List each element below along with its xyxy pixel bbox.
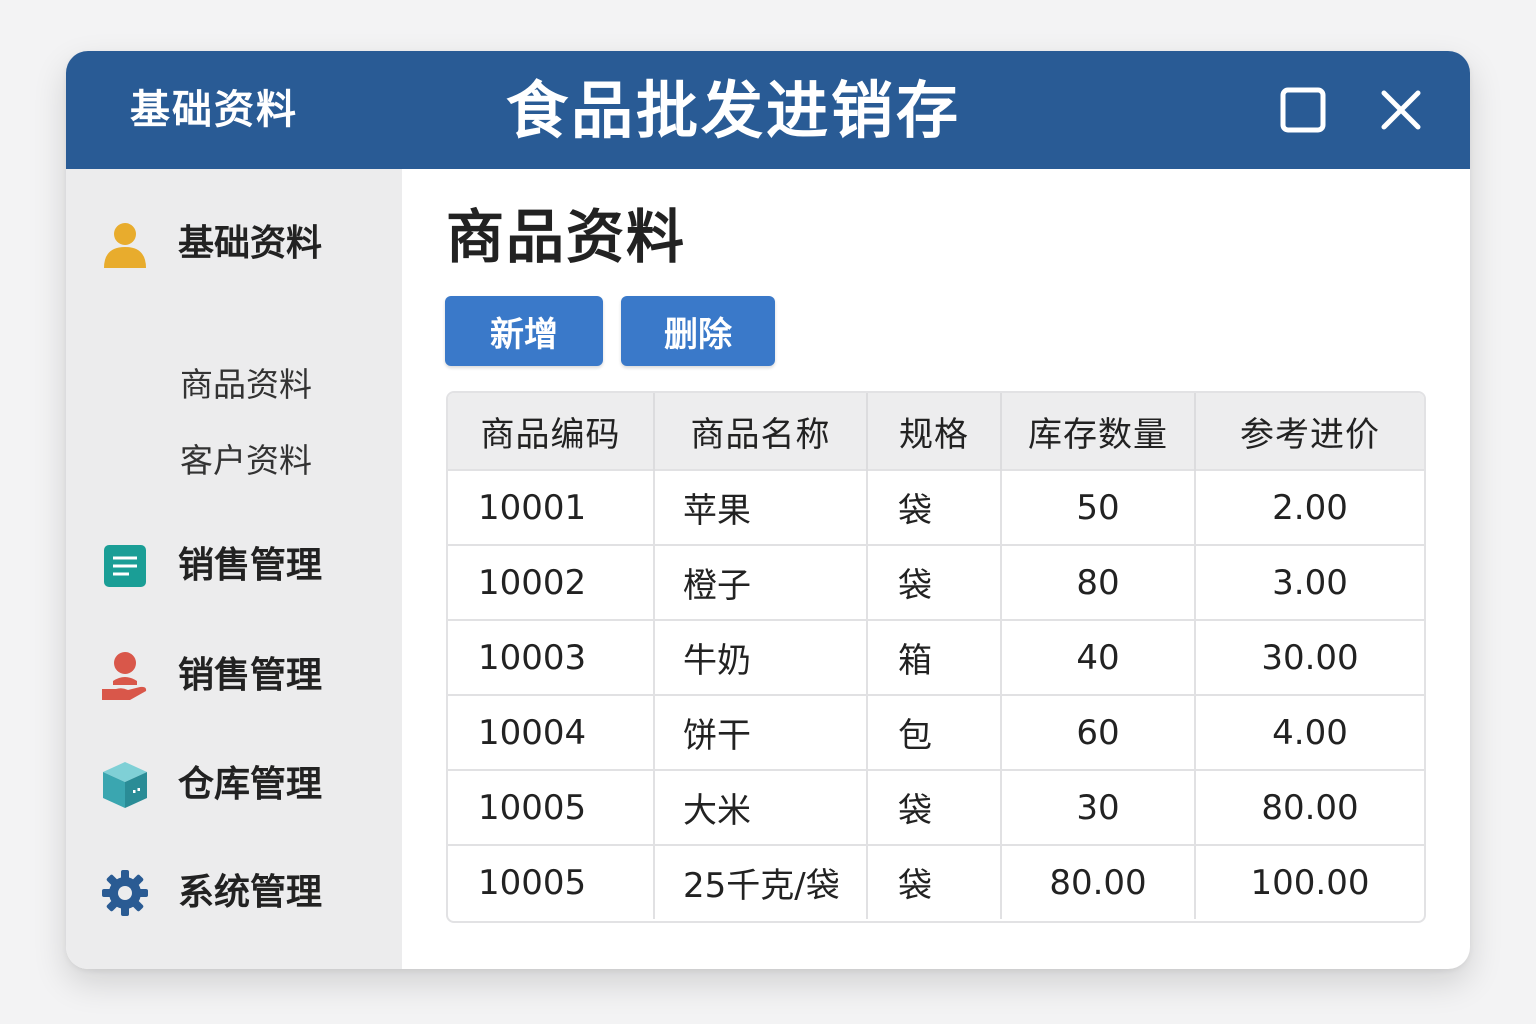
main-content: 商品资料 新增 删除 商品编码 商品名称 规格 库存数量 参考进价 10001 … — [402, 169, 1470, 969]
sidebar-item-warehouse[interactable]: 仓库管理 — [66, 750, 402, 820]
app-window: 基础资料 食品批发进销存 基础资料 商品资料 客户资料 销售管理 销售管理 仓库… — [66, 51, 1470, 969]
cell-price: 4.00 — [1195, 694, 1424, 770]
sidebar-item-sales-2[interactable]: 销售管理 — [66, 641, 402, 711]
cell-stock: 30 — [1001, 769, 1196, 845]
cell-price: 2.00 — [1195, 469, 1424, 545]
document-icon — [100, 541, 150, 591]
sidebar-item-label: 销售管理 — [178, 655, 323, 696]
cell-spec: 袋 — [867, 544, 1002, 620]
table-row[interactable]: 10005 大米 袋 30 80.00 — [448, 769, 1424, 845]
page-title: 商品资料 — [446, 203, 687, 271]
cell-code: 10004 — [448, 694, 655, 770]
column-header-code[interactable]: 商品编码 — [448, 393, 655, 470]
cell-code: 10002 — [448, 544, 655, 620]
table-row[interactable]: 10005 25千克/袋 袋 80.00 100.00 — [448, 844, 1424, 919]
title-bar: 基础资料 食品批发进销存 — [66, 51, 1470, 169]
sidebar-item-label: 仓库管理 — [178, 764, 323, 805]
cell-price: 3.00 — [1195, 544, 1424, 620]
maximize-icon — [1280, 87, 1326, 133]
cell-name: 25千克/袋 — [654, 844, 868, 919]
table-row[interactable]: 10002 橙子 袋 80 3.00 — [448, 544, 1424, 620]
cell-price: 100.00 — [1195, 844, 1424, 919]
table-row[interactable]: 10004 饼干 包 60 4.00 — [448, 694, 1424, 770]
cell-code: 10005 — [448, 844, 655, 919]
maximize-button[interactable] — [1278, 85, 1328, 135]
column-header-price[interactable]: 参考进价 — [1195, 393, 1424, 470]
cell-name: 饼干 — [654, 694, 868, 770]
cell-name: 大米 — [654, 769, 868, 845]
sidebar-item-label: 系统管理 — [178, 872, 323, 913]
sidebar-item-basic-data[interactable]: 基础资料 — [66, 209, 402, 279]
close-icon — [1381, 90, 1421, 130]
sidebar-subitem-products[interactable]: 商品资料 — [180, 355, 312, 415]
cell-stock: 80 — [1001, 544, 1196, 620]
table-header-row: 商品编码 商品名称 规格 库存数量 参考进价 — [448, 393, 1424, 470]
column-header-stock[interactable]: 库存数量 — [1001, 393, 1196, 470]
cell-price: 30.00 — [1195, 619, 1424, 695]
cell-stock: 40 — [1001, 619, 1196, 695]
sidebar-item-label: 基础资料 — [178, 223, 323, 264]
cell-spec: 袋 — [867, 469, 1002, 545]
cell-spec: 袋 — [867, 844, 1002, 919]
app-title: 食品批发进销存 — [506, 74, 962, 147]
add-button[interactable]: 新增 — [445, 296, 603, 366]
sidebar-item-system[interactable]: 系统管理 — [66, 858, 402, 928]
delete-button[interactable]: 删除 — [621, 296, 775, 366]
gear-icon — [100, 868, 150, 918]
cell-code: 10005 — [448, 769, 655, 845]
column-header-name[interactable]: 商品名称 — [654, 393, 868, 470]
cell-stock: 60 — [1001, 694, 1196, 770]
table-row[interactable]: 10003 牛奶 箱 40 30.00 — [448, 619, 1424, 695]
box-icon — [100, 760, 150, 810]
hand-user-icon — [100, 651, 150, 701]
titlebar-section-label: 基础资料 — [130, 87, 298, 133]
sidebar-item-label: 销售管理 — [178, 545, 323, 586]
sidebar: 基础资料 商品资料 客户资料 销售管理 销售管理 仓库管理 系统管理 — [66, 169, 402, 969]
sidebar-subitem-customers[interactable]: 客户资料 — [180, 431, 312, 491]
cell-name: 苹果 — [654, 469, 868, 545]
table-row[interactable]: 10001 苹果 袋 50 2.00 — [448, 469, 1424, 545]
cell-name: 橙子 — [654, 544, 868, 620]
cell-stock: 50 — [1001, 469, 1196, 545]
cell-spec: 包 — [867, 694, 1002, 770]
close-button[interactable] — [1376, 85, 1426, 135]
cell-stock: 80.00 — [1001, 844, 1196, 919]
cell-spec: 袋 — [867, 769, 1002, 845]
cell-spec: 箱 — [867, 619, 1002, 695]
column-header-spec[interactable]: 规格 — [867, 393, 1002, 470]
sidebar-item-sales[interactable]: 销售管理 — [66, 531, 402, 601]
cell-code: 10003 — [448, 619, 655, 695]
cell-code: 10001 — [448, 469, 655, 545]
product-table: 商品编码 商品名称 规格 库存数量 参考进价 10001 苹果 袋 50 2.0… — [446, 391, 1426, 923]
user-icon — [100, 219, 150, 269]
cell-price: 80.00 — [1195, 769, 1424, 845]
cell-name: 牛奶 — [654, 619, 868, 695]
